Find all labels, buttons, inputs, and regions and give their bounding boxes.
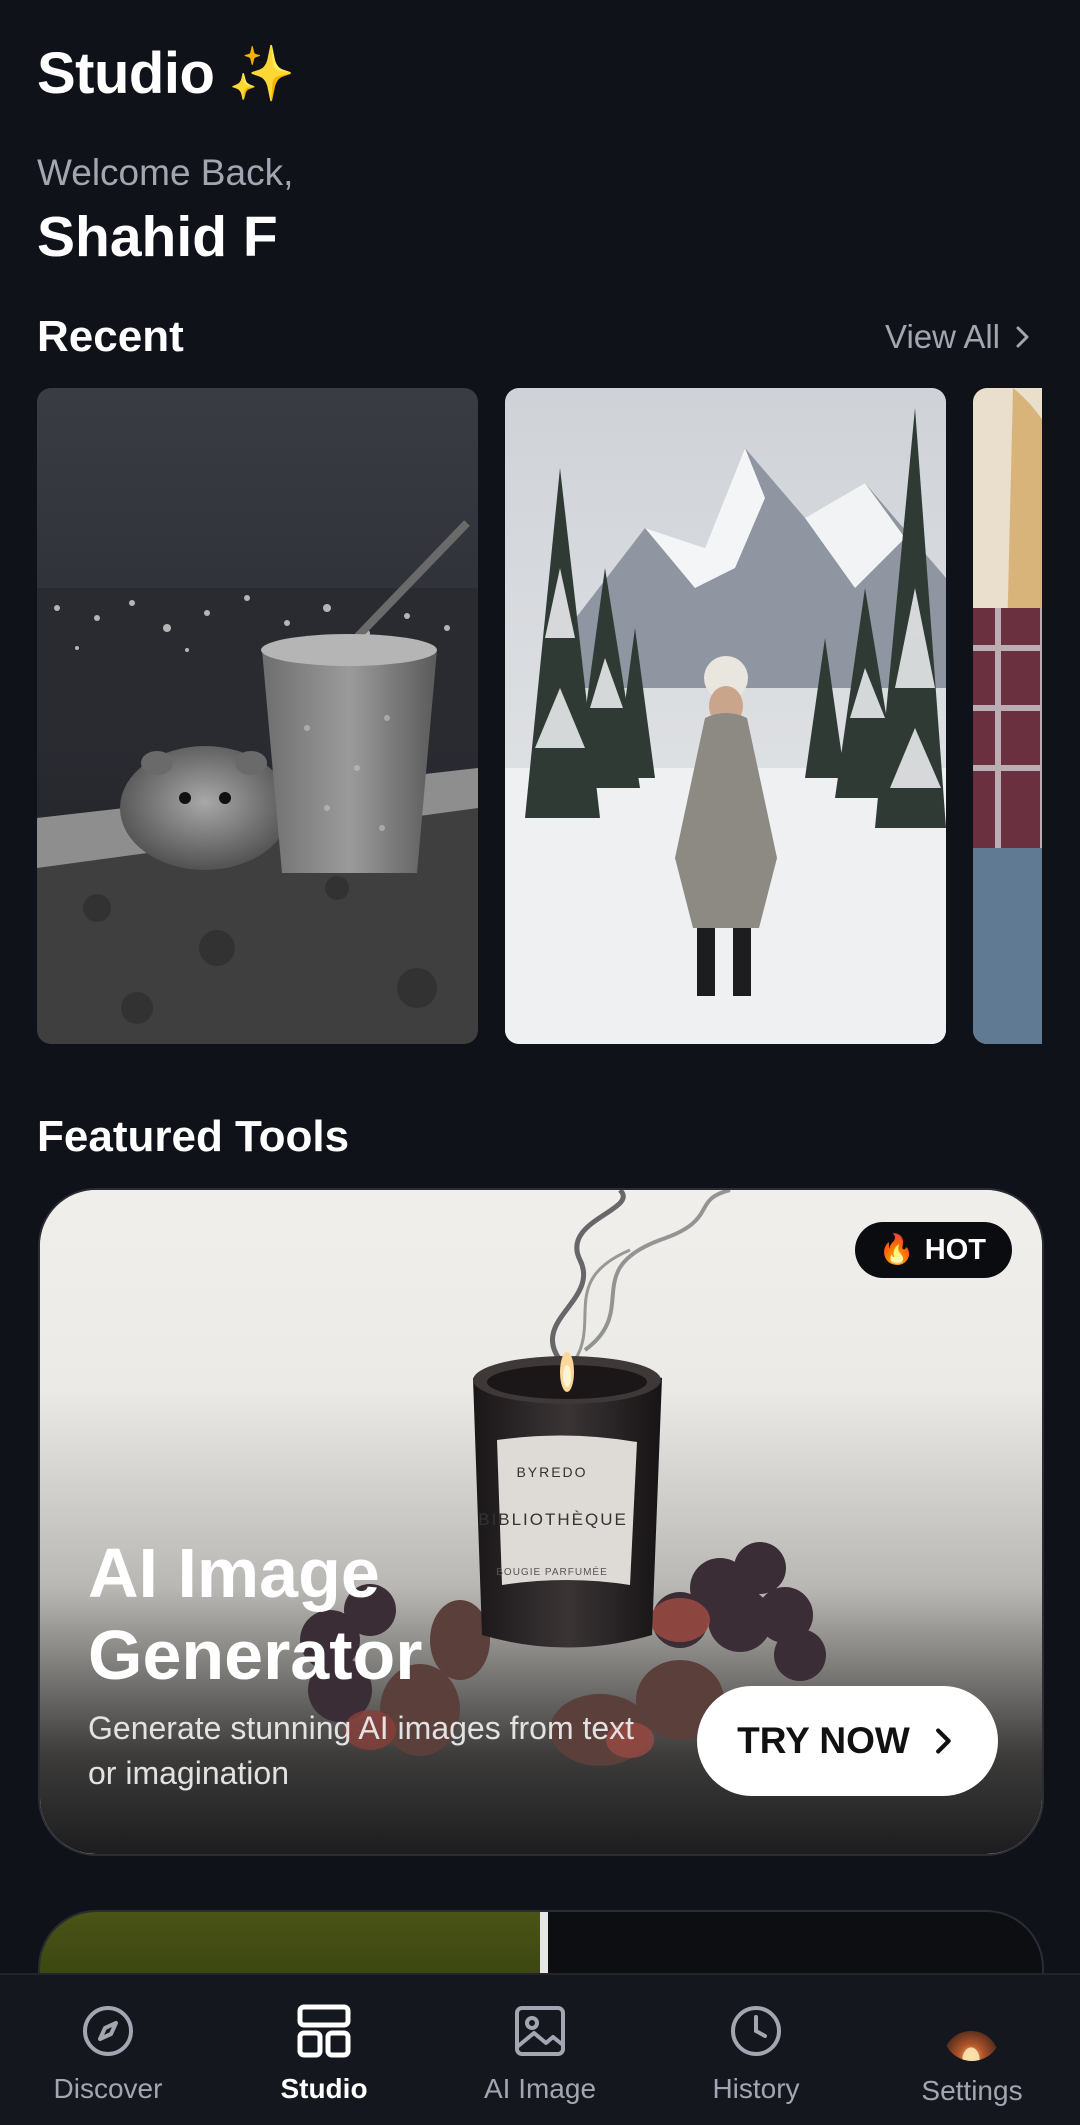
ai-image-generator-card[interactable]: BYREDO BIBLIOTHÈQUE BOUGIE PARFUMÉE 🔥 HO… (38, 1188, 1044, 1856)
recent-item-plaid-woman[interactable] (973, 388, 1042, 1044)
try-now-button[interactable]: TRY NOW (697, 1686, 998, 1796)
welcome-text: Welcome Back, (37, 152, 294, 193)
recent-section-title: Recent (37, 312, 184, 361)
clock-icon (731, 2006, 781, 2056)
snow-woman-image (505, 388, 946, 1044)
avatar (943, 2003, 1001, 2061)
plaid-woman-image (973, 388, 1042, 1044)
page-title-text: Studio (37, 41, 215, 106)
recent-item-snow-woman[interactable] (505, 388, 946, 1044)
card-title: AI Image Generator (88, 1534, 423, 1694)
nav-label-ai-image: AI Image (483, 2073, 597, 2104)
fire-icon: 🔥 (878, 1234, 915, 1266)
featured-tools-title: Featured Tools (37, 1112, 350, 1161)
hot-badge: 🔥 HOT (854, 1222, 1012, 1278)
chevron-right-icon (1016, 326, 1029, 348)
nav-item-settings[interactable]: Settings (864, 1975, 1080, 2125)
candle-product: BIBLIOTHÈQUE (478, 1510, 628, 1529)
username: Shahid F (37, 205, 278, 269)
nav-label-discover: Discover (53, 2073, 163, 2104)
nav-label-settings: Settings (921, 2075, 1023, 2106)
compass-icon (83, 2006, 133, 2056)
bottom-nav: Discover Studio AI Image History Setting… (0, 1973, 1080, 2125)
nav-item-history[interactable]: History (648, 1975, 864, 2125)
view-all-label: View All (885, 318, 1000, 355)
nav-item-studio[interactable]: Studio (216, 1975, 432, 2125)
image-icon (515, 2006, 565, 2056)
hamster-image (37, 388, 478, 1044)
nav-item-ai-image[interactable]: AI Image (432, 1975, 648, 2125)
view-all-link[interactable]: View All (885, 318, 1034, 356)
try-now-label: TRY NOW (737, 1720, 910, 1761)
studio-screen: Studio ✨ Welcome Back, Shahid F Recent V… (0, 0, 1080, 2125)
page-title: Studio ✨ (37, 40, 296, 107)
nav-label-studio: Studio (280, 2073, 368, 2104)
hot-badge-label: HOT (924, 1233, 986, 1266)
recent-carousel[interactable] (37, 388, 1042, 1044)
layout-grid-icon (297, 2004, 351, 2058)
candle-brand: BYREDO (516, 1464, 587, 1480)
card-description: Generate stunning AI images from text or… (88, 1710, 635, 1791)
recent-item-hamster[interactable] (37, 388, 478, 1044)
nav-label-history: History (712, 2073, 800, 2104)
nav-item-discover[interactable]: Discover (0, 1975, 216, 2125)
sparkles-icon: ✨ (228, 43, 296, 104)
chevron-right-icon (935, 1728, 951, 1754)
